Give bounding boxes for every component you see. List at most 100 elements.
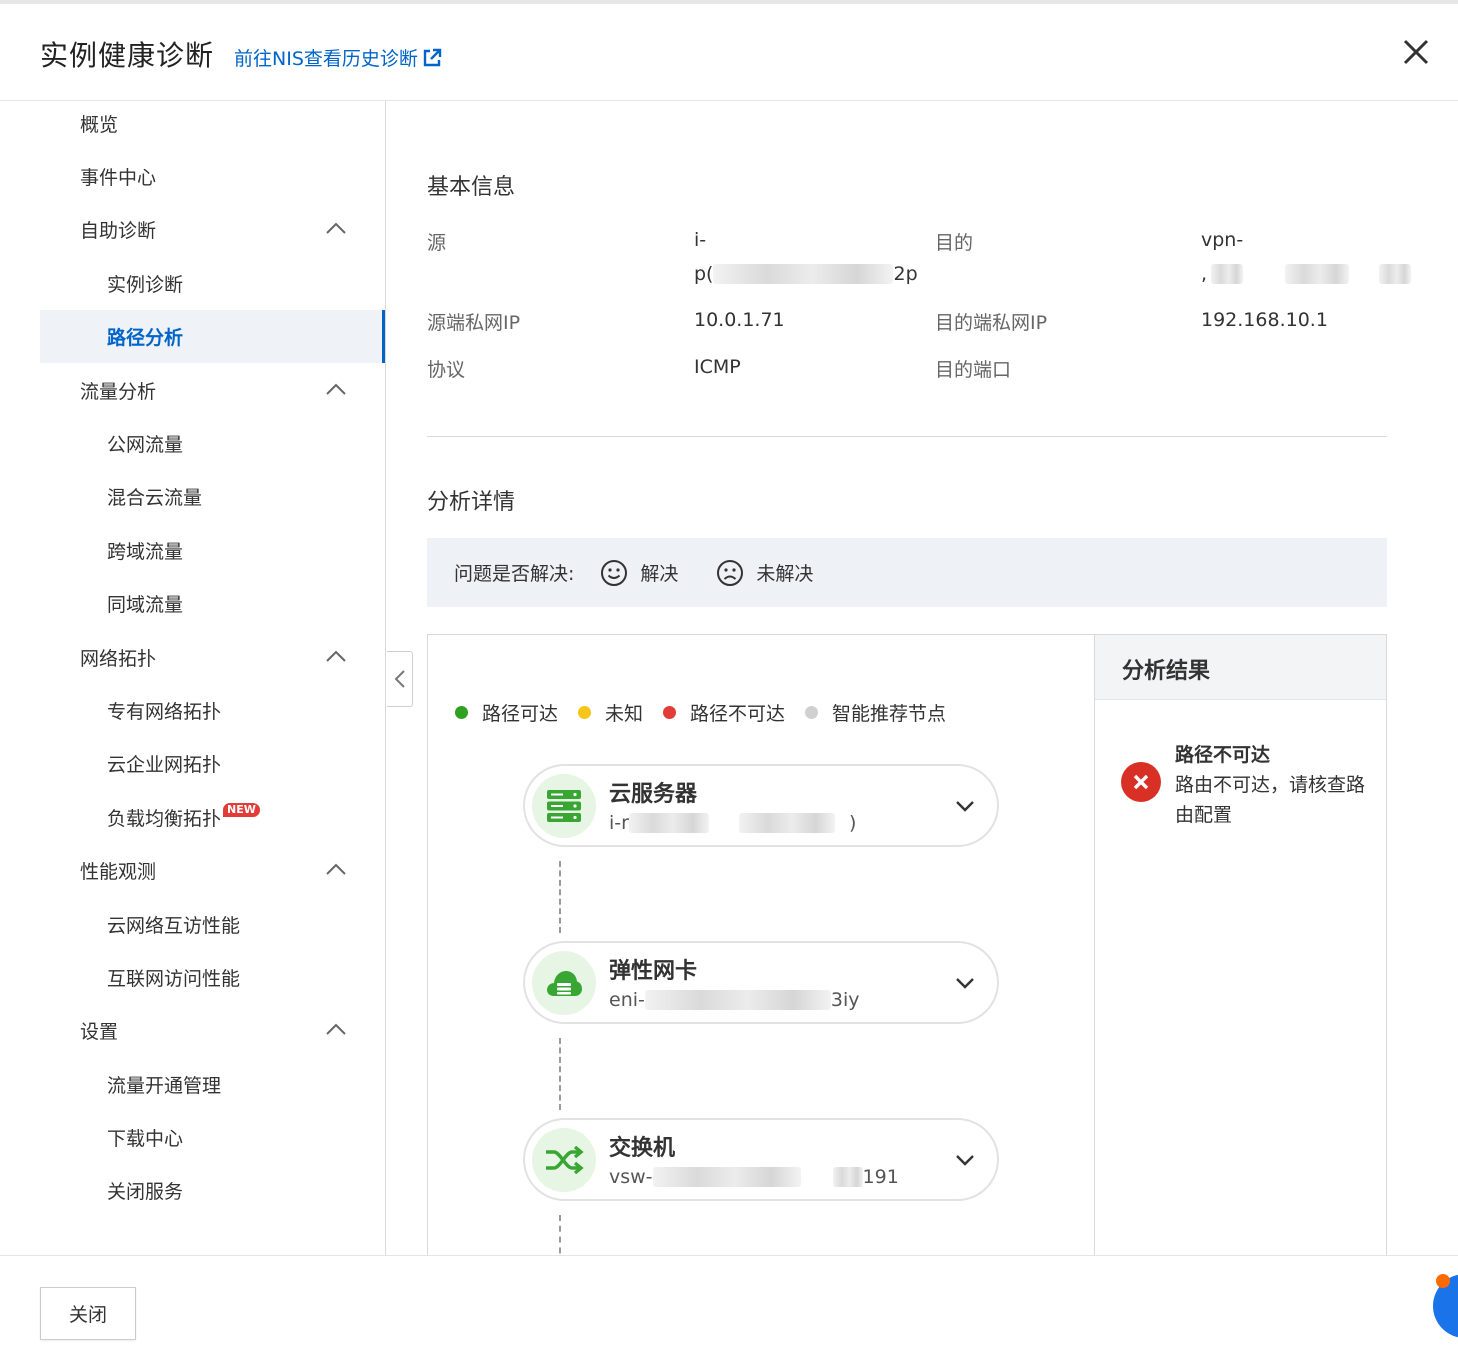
sidebar-item-path-analysis[interactable]: 路径分析	[40, 310, 385, 363]
path-node-vswitch[interactable]: 交换机 vsw- 191	[523, 1118, 999, 1201]
node-name: 交换机	[609, 1136, 676, 1161]
dest-ip-value: 192.168.10.1	[1201, 309, 1328, 331]
history-link-label: 前往NIS查看历史诊断	[234, 48, 418, 70]
chevron-up-icon[interactable]	[325, 1021, 347, 1037]
node-id-suffix: 191	[862, 1166, 899, 1188]
sidebar-item-slb-topology[interactable]: 负载均衡拓扑 NEW	[40, 791, 385, 844]
result-text: 路径不可达 路由不可达，请核查路由配置	[1175, 740, 1365, 830]
analysis-title: 分析详情	[427, 490, 516, 515]
sidebar-item-event-center[interactable]: 事件中心	[40, 150, 385, 203]
node-id: i-r )	[609, 812, 856, 834]
dialog-title: 实例健康诊断	[40, 39, 215, 72]
frown-icon	[717, 559, 744, 586]
path-connector	[559, 1038, 561, 1110]
sidebar-item-vpc-topology[interactable]: 专有网络拓扑	[40, 684, 385, 737]
chevron-down-icon[interactable]	[953, 794, 977, 818]
chevron-down-icon[interactable]	[953, 971, 977, 995]
dest-value-line1: vpn-	[1201, 229, 1244, 251]
path-connector	[559, 1215, 561, 1255]
source-ip-value: 10.0.1.71	[694, 309, 785, 331]
dest-port-label: 目的端口	[935, 359, 1012, 381]
source-label: 源	[427, 232, 447, 254]
diagram-legend: 路径可达 未知 路径不可达 智能推荐节点	[455, 699, 966, 726]
red-dot-icon	[663, 706, 677, 719]
sidebar-item-label: 事件中心	[80, 167, 157, 189]
main-content: 基本信息 源 i- p( 2p 目的 vpn- , 源端私网IP 10.0.1.…	[387, 101, 1458, 1255]
unresolved-option[interactable]: 未解决	[716, 559, 813, 587]
chevron-down-icon[interactable]	[953, 1148, 977, 1172]
legend-label: 未知	[605, 703, 644, 725]
node-id: eni- 3iy	[609, 989, 860, 1011]
sidebar-item-self-diagnosis[interactable]: 自助诊断	[40, 203, 385, 256]
sidebar-item-label: 路径分析	[107, 327, 184, 349]
path-node-ecs[interactable]: 云服务器 i-r )	[523, 764, 999, 847]
legend-label: 路径不可达	[690, 703, 786, 725]
sidebar-item-public-traffic[interactable]: 公网流量	[40, 417, 385, 470]
chevron-up-icon[interactable]	[325, 220, 347, 236]
close-button[interactable]: 关闭	[40, 1287, 136, 1340]
resolved-option[interactable]: 解决	[600, 559, 678, 587]
sidebar-item-label: 混合云流量	[107, 487, 203, 509]
node-id-suffix: )	[848, 812, 857, 834]
source-ip-label: 源端私网IP	[427, 312, 521, 334]
sidebar-item-label: 设置	[80, 1021, 119, 1043]
result-message: 路由不可达，请核查路由配置	[1175, 774, 1366, 826]
history-diagnosis-link[interactable]: 前往NIS查看历史诊断	[234, 44, 442, 71]
chevron-up-icon[interactable]	[325, 381, 347, 397]
sidebar-item-cen-topology[interactable]: 云企业网拓扑	[40, 737, 385, 790]
sidebar-item-same-region-traffic[interactable]: 同域流量	[40, 577, 385, 630]
sidebar-item-label: 自助诊断	[80, 220, 157, 242]
node-id-suffix: 3iy	[830, 989, 860, 1011]
result-status: 路径不可达	[1175, 744, 1271, 766]
dest-value: vpn- ,	[1201, 223, 1451, 291]
sidebar-item-traffic-activation[interactable]: 流量开通管理	[40, 1058, 385, 1111]
chevron-up-icon[interactable]	[325, 861, 347, 877]
node-name: 弹性网卡	[609, 959, 698, 984]
sidebar-item-traffic-analysis[interactable]: 流量分析	[40, 364, 385, 417]
result-body: 路径不可达 路由不可达，请核查路由配置	[1121, 740, 1365, 830]
legend-label: 路径可达	[482, 703, 559, 725]
sidebar-nav: 概览 事件中心 自助诊断 实例诊断 路径分析 流量分析 公网流量 混合云流量 跨…	[0, 101, 386, 1255]
node-id-prefix: eni-	[609, 989, 645, 1011]
sidebar-item-hybrid-cloud-traffic[interactable]: 混合云流量	[40, 470, 385, 523]
sidebar-item-label: 流量开通管理	[107, 1075, 222, 1097]
redacted-block	[1285, 264, 1350, 284]
sidebar-item-label: 云企业网拓扑	[107, 754, 222, 776]
sidebar-item-cloud-network-performance[interactable]: 云网络互访性能	[40, 898, 385, 951]
chevron-up-icon[interactable]	[325, 648, 347, 664]
sidebar-item-instance-diagnosis[interactable]: 实例诊断	[40, 257, 385, 310]
basic-info-title: 基本信息	[427, 175, 516, 200]
unresolved-label: 未解决	[756, 563, 814, 585]
result-title: 分析结果	[1095, 635, 1386, 700]
sidebar-item-download-center[interactable]: 下载中心	[40, 1111, 385, 1164]
section-divider	[427, 436, 1387, 437]
sidebar-item-settings[interactable]: 设置	[40, 1004, 385, 1057]
sidebar-item-cross-region-traffic[interactable]: 跨域流量	[40, 524, 385, 577]
gray-dot-icon	[805, 706, 819, 719]
legend-recommended: 智能推荐节点	[805, 699, 946, 726]
legend-reachable: 路径可达	[455, 699, 558, 726]
sidebar-item-performance[interactable]: 性能观测	[40, 844, 385, 897]
sidebar-item-overview[interactable]: 概览	[40, 97, 385, 150]
sidebar-item-network-topology[interactable]: 网络拓扑	[40, 631, 385, 684]
close-icon[interactable]	[1398, 34, 1434, 70]
switch-icon	[532, 1128, 596, 1192]
path-connector	[559, 861, 561, 933]
dest-label: 目的	[935, 232, 974, 254]
sidebar-item-label: 关闭服务	[107, 1181, 184, 1203]
node-id: vsw- 191	[609, 1166, 899, 1188]
redacted-block	[652, 1167, 801, 1187]
legend-unreachable: 路径不可达	[663, 699, 785, 726]
legend-unknown: 未知	[578, 699, 643, 726]
sidebar-item-internet-performance[interactable]: 互联网访问性能	[40, 951, 385, 1004]
sidebar-item-label: 流量分析	[80, 381, 157, 403]
path-node-eni[interactable]: 弹性网卡 eni- 3iy	[523, 941, 999, 1024]
legend-label: 智能推荐节点	[832, 703, 947, 725]
resolve-question: 问题是否解决:	[454, 563, 575, 585]
sidebar-item-disable-service[interactable]: 关闭服务	[40, 1164, 385, 1217]
yellow-dot-icon	[578, 706, 592, 719]
node-name: 云服务器	[609, 782, 698, 807]
sidebar-item-label: 互联网访问性能	[107, 968, 241, 990]
redacted-block	[1211, 264, 1244, 284]
dest-ip-label: 目的端私网IP	[935, 312, 1048, 334]
